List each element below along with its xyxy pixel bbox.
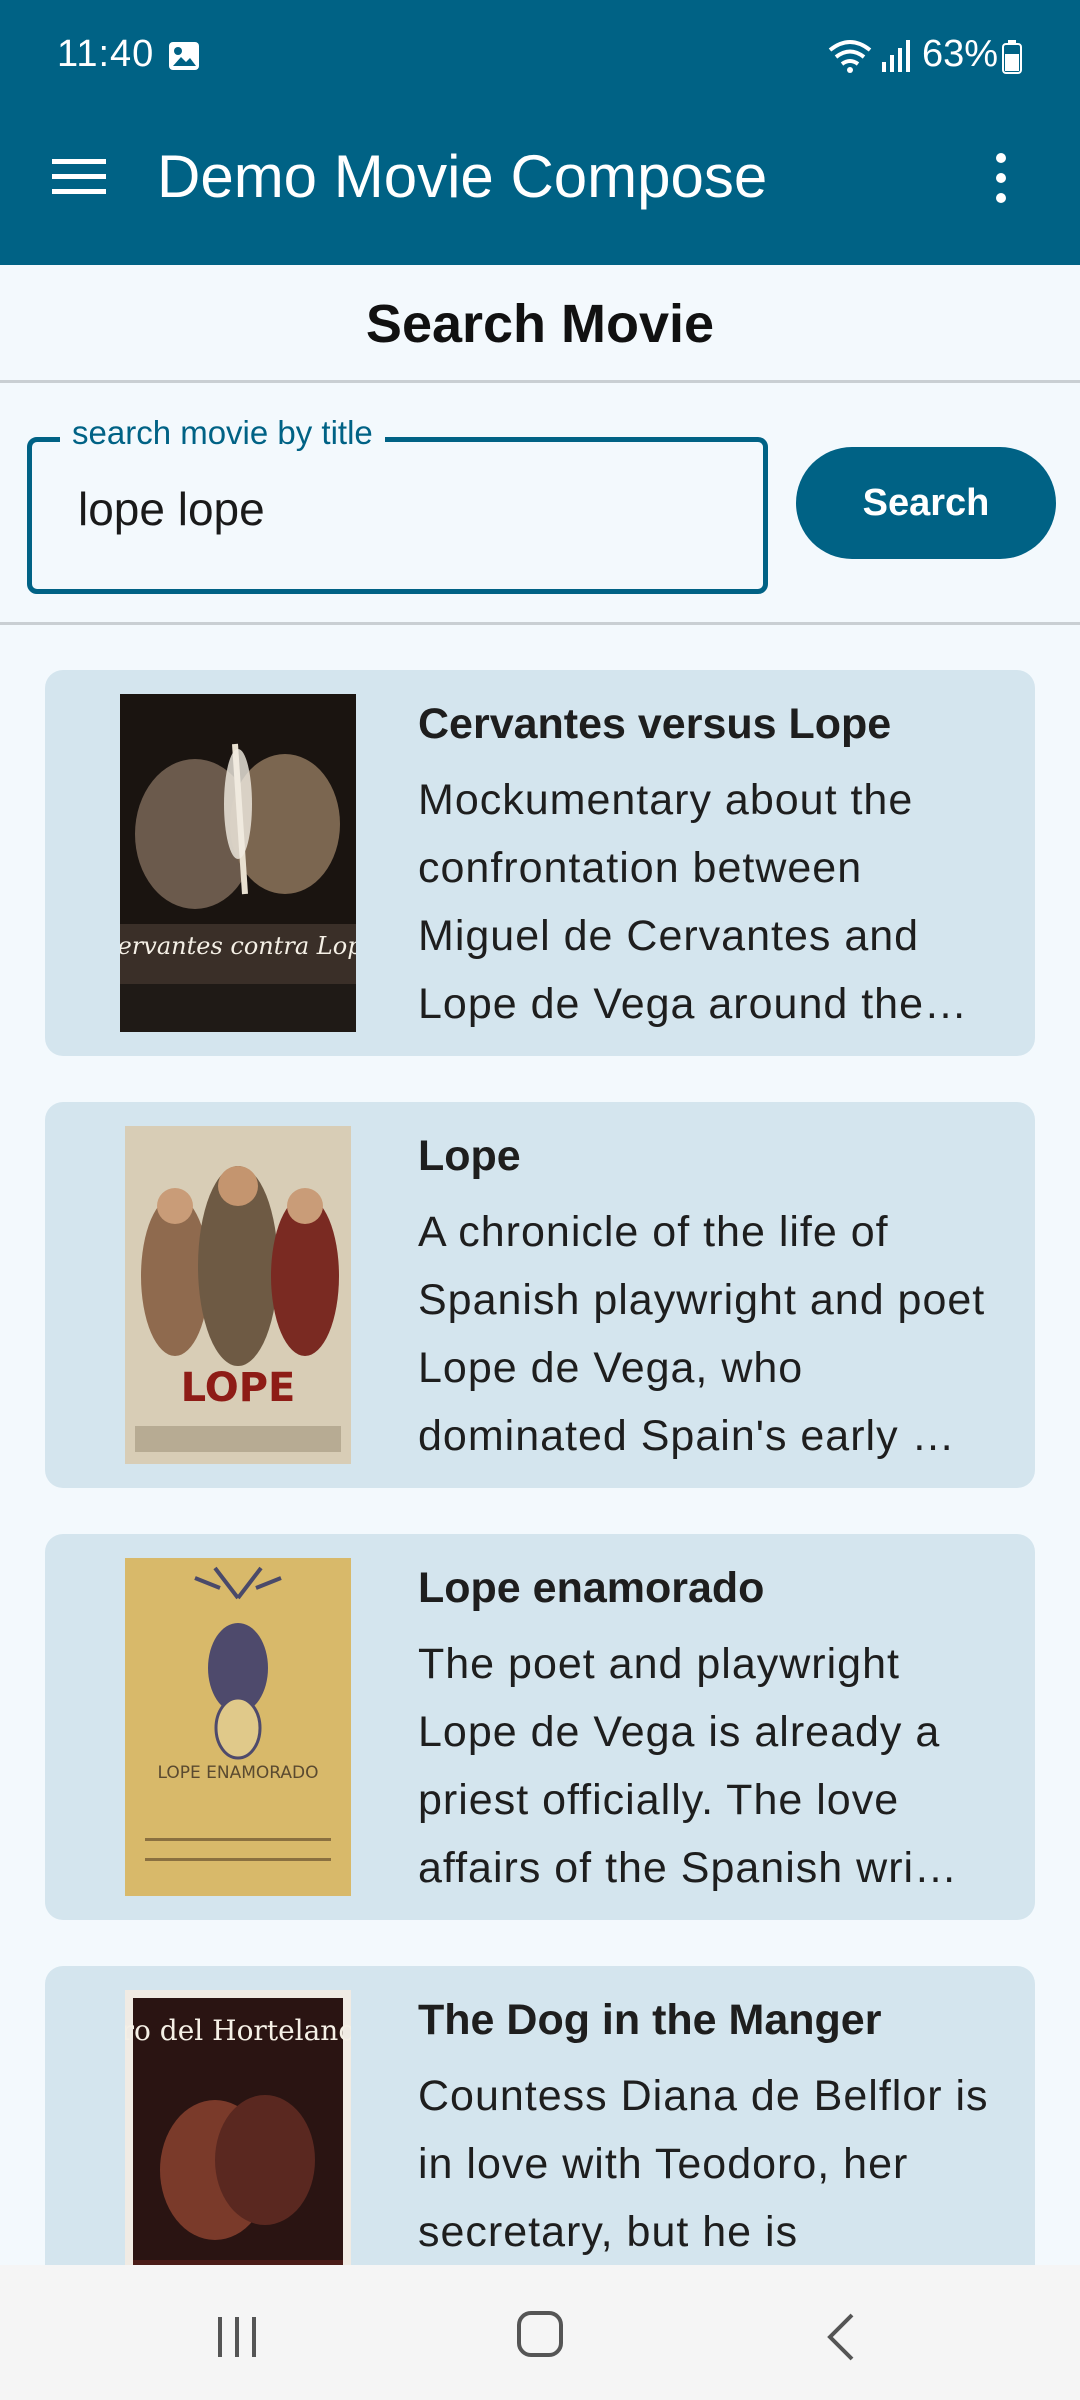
movie-overview: A chronicle of the life of Spanish playw… bbox=[418, 1208, 986, 1460]
movie-overview: Countess Diana de Belflor is in love wit… bbox=[418, 2072, 989, 2256]
movie-card[interactable]: El Perro del Hortelano The Dog in the Ma… bbox=[45, 1966, 1035, 2265]
search-field-label: search movie by title bbox=[60, 413, 385, 453]
movie-card[interactable]: LOPE ENAMORADO Lope enamorado The poet a… bbox=[45, 1534, 1035, 1920]
svg-text:LOPE ENAMORADO: LOPE ENAMORADO bbox=[157, 1763, 318, 1783]
svg-text:LOPE: LOPE bbox=[181, 1365, 296, 1411]
battery-percentage: 63% bbox=[922, 33, 999, 75]
movie-card[interactable]: Cervantes contra Lope Cervantes versus L… bbox=[45, 670, 1035, 1056]
movie-title: Cervantes versus Lope bbox=[418, 700, 892, 748]
status-bar: 11:40 63% bbox=[0, 0, 1080, 115]
more-vert-icon[interactable] bbox=[985, 151, 1017, 205]
movie-overview: Mockumentary about the confrontation bet… bbox=[418, 776, 968, 1028]
app-title: Demo Movie Compose bbox=[157, 143, 768, 210]
battery-icon bbox=[1002, 40, 1022, 74]
movie-title: Lope enamorado bbox=[418, 1564, 765, 1612]
movie-poster: LOPE bbox=[125, 1126, 351, 1464]
movie-poster: Cervantes contra Lope bbox=[120, 694, 356, 1032]
results-list[interactable]: Cervantes contra Lope Cervantes versus L… bbox=[0, 625, 1080, 2265]
top-app-bar: Demo Movie Compose bbox=[0, 115, 1080, 265]
movie-poster: El Perro del Hortelano bbox=[125, 1990, 351, 2265]
image-icon bbox=[169, 42, 199, 70]
status-time: 11:40 bbox=[57, 33, 155, 75]
movie-title: The Dog in the Manger bbox=[418, 1996, 882, 2044]
system-nav-bar bbox=[0, 2265, 1080, 2400]
svg-text:Cervantes contra Lope: Cervantes contra Lope bbox=[120, 932, 356, 960]
wifi-icon bbox=[828, 40, 872, 73]
movie-poster: LOPE ENAMORADO bbox=[125, 1558, 351, 1896]
menu-icon[interactable] bbox=[52, 157, 106, 197]
page-heading-section: Search Movie bbox=[0, 265, 1080, 383]
page-title: Search Movie bbox=[365, 294, 715, 354]
recent-apps-icon[interactable] bbox=[212, 2315, 262, 2359]
home-icon[interactable] bbox=[515, 2309, 565, 2359]
search-row: search movie by title Search bbox=[0, 383, 1080, 625]
movie-overview: The poet and playwright Lope de Vega is … bbox=[418, 1640, 959, 1892]
search-field[interactable] bbox=[27, 437, 768, 594]
svg-text:El Perro del Hortelano: El Perro del Hortelano bbox=[125, 2014, 351, 2047]
search-input[interactable] bbox=[78, 482, 728, 536]
back-icon[interactable] bbox=[822, 2311, 862, 2363]
movie-title: Lope bbox=[418, 1132, 521, 1180]
movie-card[interactable]: LOPE Lope A chronicle of the life of Spa… bbox=[45, 1102, 1035, 1488]
signal-icon bbox=[882, 40, 910, 72]
search-button[interactable]: Search bbox=[796, 447, 1056, 559]
